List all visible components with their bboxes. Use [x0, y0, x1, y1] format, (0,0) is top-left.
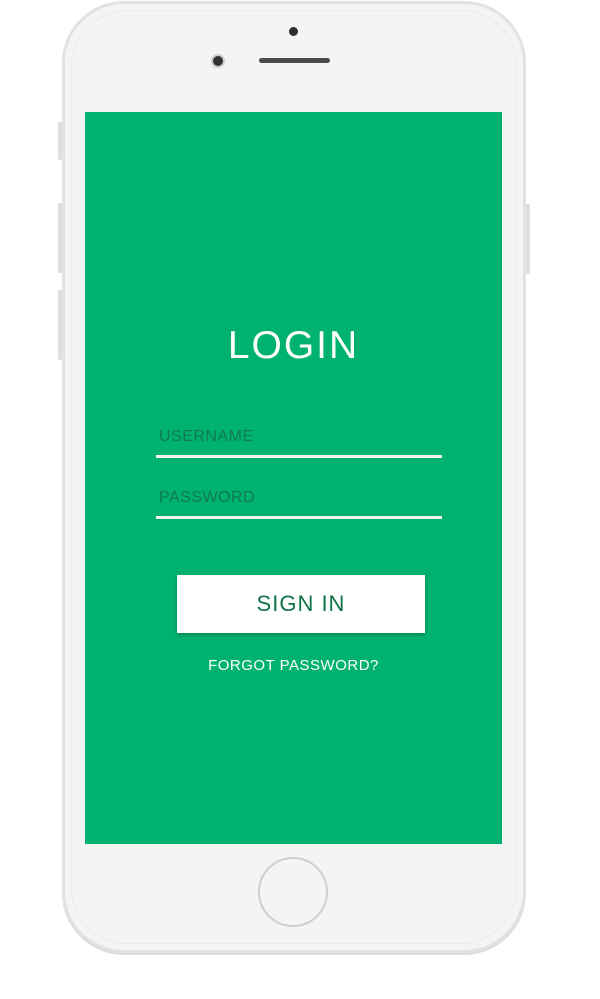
home-button-icon[interactable] — [258, 857, 328, 927]
sign-in-button[interactable]: SIGN IN — [177, 575, 425, 633]
page-title: LOGIN — [227, 324, 360, 367]
login-screen: LOGIN SIGN IN FORGOT PASSWORD? — [85, 112, 502, 844]
earpiece-speaker-icon — [259, 58, 330, 63]
forgot-password-link[interactable]: FORGOT PASSWORD? — [85, 657, 502, 674]
password-field — [156, 483, 445, 519]
front-camera-icon — [211, 54, 225, 68]
device-frame-stage: LOGIN SIGN IN FORGOT PASSWORD? — [0, 0, 600, 999]
username-input[interactable] — [156, 422, 445, 452]
proximity-sensor-icon — [289, 27, 298, 36]
username-field — [156, 422, 445, 458]
password-input[interactable] — [156, 483, 445, 513]
